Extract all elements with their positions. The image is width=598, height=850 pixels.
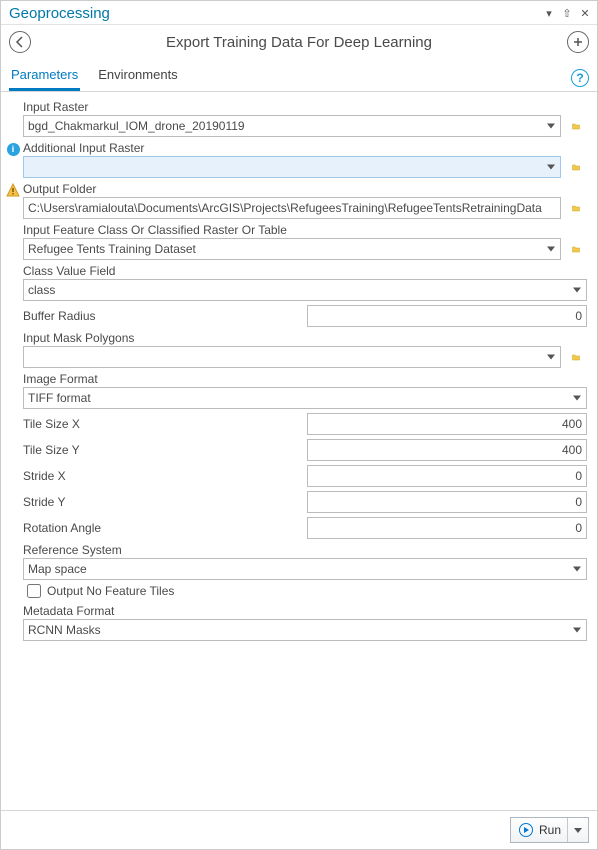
label-additional-input-raster: Additional Input Raster <box>23 141 144 155</box>
folder-icon <box>572 119 580 133</box>
field-image-format: Image Format <box>5 372 587 409</box>
plus-icon <box>572 36 584 48</box>
window-controls: ▾ ⇧ ✕ <box>543 7 591 20</box>
label-stride-x: Stride X <box>23 469 299 483</box>
field-input-raster: Input Raster <box>5 100 587 137</box>
parameters-form: Input Raster i Additional Input Raster <box>1 92 597 810</box>
label-buffer-radius: Buffer Radius <box>23 309 299 323</box>
rotation-angle-input[interactable] <box>307 517 587 539</box>
folder-icon <box>572 201 580 215</box>
add-button[interactable] <box>567 31 589 53</box>
browse-input-mask-polygons[interactable] <box>565 346 587 368</box>
field-additional-input-raster: i Additional Input Raster <box>5 141 587 178</box>
pin-icon[interactable]: ⇧ <box>561 7 573 20</box>
label-tile-size-x: Tile Size X <box>23 417 299 431</box>
title-bar: Geoprocessing ▾ ⇧ ✕ <box>1 1 597 25</box>
help-button[interactable]: ? <box>571 69 589 87</box>
reference-system-select[interactable] <box>23 558 587 580</box>
field-metadata-format: Metadata Format <box>5 604 587 641</box>
input-mask-polygons-select[interactable] <box>23 346 561 368</box>
field-class-value: Class Value Field <box>5 264 587 301</box>
folder-icon <box>572 242 580 256</box>
class-value-field-select[interactable] <box>23 279 587 301</box>
tile-size-x-input[interactable] <box>307 413 587 435</box>
panel-title: Geoprocessing <box>9 5 543 22</box>
label-rotation-angle: Rotation Angle <box>23 521 299 535</box>
run-button[interactable]: Run <box>510 817 589 843</box>
field-output-no-feature-tiles: Output No Feature Tiles <box>5 584 587 598</box>
output-no-feature-tiles-checkbox[interactable] <box>27 584 41 598</box>
label-reference-system: Reference System <box>23 543 122 557</box>
geoprocessing-panel: Geoprocessing ▾ ⇧ ✕ Export Training Data… <box>0 0 598 850</box>
field-tile-size-y: Tile Size Y <box>5 439 587 461</box>
field-input-mask-polygons: Input Mask Polygons <box>5 331 587 368</box>
field-input-feature-class: Input Feature Class Or Classified Raster… <box>5 223 587 260</box>
browse-output-folder[interactable] <box>565 197 587 219</box>
close-icon[interactable]: ✕ <box>579 7 591 20</box>
label-output-folder: Output Folder <box>23 182 96 196</box>
field-buffer-radius: Buffer Radius <box>5 305 587 327</box>
folder-icon <box>572 160 580 174</box>
additional-input-raster-select[interactable] <box>23 156 561 178</box>
field-tile-size-x: Tile Size X <box>5 413 587 435</box>
input-raster-select[interactable] <box>23 115 561 137</box>
arrow-left-icon <box>14 36 26 48</box>
label-output-no-feature-tiles: Output No Feature Tiles <box>47 584 174 598</box>
play-icon <box>519 823 533 837</box>
back-button[interactable] <box>9 31 31 53</box>
info-icon: i <box>6 142 20 156</box>
menu-icon[interactable]: ▾ <box>543 7 555 20</box>
field-stride-x: Stride X <box>5 465 587 487</box>
buffer-radius-input[interactable] <box>307 305 587 327</box>
footer-bar: Run <box>1 810 597 849</box>
label-input-raster: Input Raster <box>23 100 88 114</box>
field-stride-y: Stride Y <box>5 491 587 513</box>
stride-y-input[interactable] <box>307 491 587 513</box>
folder-icon <box>572 350 580 364</box>
label-tile-size-y: Tile Size Y <box>23 443 299 457</box>
warning-icon <box>6 183 20 197</box>
browse-input-raster[interactable] <box>565 115 587 137</box>
browse-input-feature-class[interactable] <box>565 238 587 260</box>
run-label: Run <box>539 823 561 837</box>
run-dropdown[interactable] <box>567 818 588 842</box>
tool-header: Export Training Data For Deep Learning <box>1 25 597 59</box>
label-class-value-field: Class Value Field <box>23 264 115 278</box>
label-metadata-format: Metadata Format <box>23 604 114 618</box>
metadata-format-select[interactable] <box>23 619 587 641</box>
stride-x-input[interactable] <box>307 465 587 487</box>
tabs-row: Parameters Environments ? <box>1 59 597 92</box>
output-folder-input[interactable] <box>23 197 561 219</box>
field-output-folder: Output Folder <box>5 182 587 219</box>
label-stride-y: Stride Y <box>23 495 299 509</box>
browse-additional-input-raster[interactable] <box>565 156 587 178</box>
tool-title: Export Training Data For Deep Learning <box>31 34 567 51</box>
field-reference-system: Reference System <box>5 543 587 580</box>
label-image-format: Image Format <box>23 372 98 386</box>
tab-parameters[interactable]: Parameters <box>9 63 80 91</box>
field-rotation-angle: Rotation Angle <box>5 517 587 539</box>
tab-environments[interactable]: Environments <box>96 63 179 91</box>
label-input-mask-polygons: Input Mask Polygons <box>23 331 134 345</box>
tile-size-y-input[interactable] <box>307 439 587 461</box>
image-format-select[interactable] <box>23 387 587 409</box>
input-feature-class-select[interactable] <box>23 238 561 260</box>
label-input-feature-class: Input Feature Class Or Classified Raster… <box>23 223 287 237</box>
